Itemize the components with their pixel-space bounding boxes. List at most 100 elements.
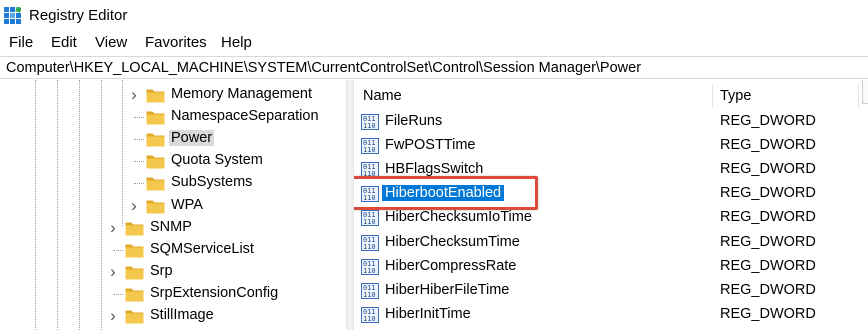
tree-node[interactable]: › StillImage [0, 305, 346, 327]
value-type: REG_DWORD [720, 257, 816, 274]
value-name[interactable]: HiberCompressRate [382, 258, 519, 274]
tree-node[interactable]: SrpExtensionConfig [0, 283, 346, 305]
folder-icon [146, 133, 165, 147]
value-name[interactable]: FwPOSTTime [382, 137, 479, 153]
address-path[interactable]: Computer\HKEY_LOCAL_MACHINE\SYSTEM\Curre… [6, 60, 641, 76]
folder-icon [146, 200, 165, 213]
value-type: REG_DWORD [720, 233, 816, 250]
menu-edit[interactable]: Edit [51, 34, 77, 51]
tree-node[interactable]: Quota System [0, 150, 346, 172]
value-row[interactable]: 011 110 HiberbootEnabled REG_DWORD [354, 176, 868, 211]
folder-icon [125, 222, 144, 236]
values-pane[interactable]: Name Type 011 110 FileRuns REG_DWORD 011 110 F… [354, 80, 868, 330]
highlight-annotation-box [354, 176, 538, 211]
svg-text:110: 110 [363, 146, 376, 154]
value-name[interactable]: HBFlagsSwitch [382, 161, 486, 177]
chevron-right-icon[interactable]: › [107, 261, 119, 283]
tree-node-label[interactable]: SubSystems [169, 174, 254, 190]
reg-dword-icon: 011110 [361, 282, 379, 299]
folder-icon [125, 244, 144, 258]
folder-icon [125, 266, 144, 280]
value-row[interactable]: 011 110 FileRuns REG_DWORD [354, 80, 868, 134]
value-row[interactable]: 011 110 HiberChecksumIoTime REG_DWORD [354, 206, 868, 230]
value-type: REG_DWORD [720, 161, 816, 178]
column-header-type[interactable]: Type [720, 88, 751, 104]
reg-dword-icon: 011110 [361, 234, 379, 251]
svg-text:110: 110 [363, 267, 376, 275]
menu-file[interactable]: File [9, 34, 33, 51]
chevron-right-icon[interactable]: › [107, 217, 119, 239]
tree-node[interactable]: › WPA [0, 195, 346, 217]
column-divider[interactable] [712, 84, 713, 108]
folder-icon [146, 155, 165, 169]
svg-text:110: 110 [363, 243, 376, 251]
column-header-name[interactable]: Name [363, 88, 402, 104]
tree-node-label[interactable]: NamespaceSeparation [169, 108, 321, 124]
tree-node[interactable]: › Srp [0, 261, 346, 283]
svg-text:110: 110 [363, 122, 376, 130]
value-name[interactable]: HiberInitTime [382, 306, 474, 322]
tree-node[interactable]: SubSystems [0, 172, 346, 194]
menu-bar: File Edit View Favorites Help [0, 32, 868, 54]
value-row[interactable]: 011 110 HiberChecksumTime REG_DWORD [354, 231, 868, 255]
tree-node[interactable]: › Memory Management [0, 84, 346, 106]
tree-node[interactable]: NamespaceSeparation [0, 106, 346, 128]
tree-node[interactable]: Power [0, 128, 346, 150]
folder-icon [125, 288, 144, 302]
folder-icon [146, 89, 165, 103]
column-header-row: Name Type [354, 80, 868, 110]
tree-guide-line [113, 249, 123, 251]
value-name[interactable]: HiberHiberFileTime [382, 282, 512, 298]
value-type: REG_DWORD [720, 137, 816, 154]
folder-icon [146, 111, 165, 125]
regedit-icon [4, 7, 21, 24]
tree-node-label[interactable]: StillImage [148, 307, 216, 323]
reg-dword-icon: 011110 [361, 306, 379, 323]
tree-node-label[interactable]: Srp [148, 263, 175, 279]
folder-icon [146, 177, 165, 191]
tree-guide-line [134, 117, 144, 119]
value-row[interactable]: 011 110 HiberInitTime REG_DWORD [354, 303, 868, 327]
title-bar: Registry Editor [0, 0, 868, 32]
svg-text:110: 110 [363, 291, 376, 299]
tree-node-label[interactable]: Power [169, 130, 215, 147]
tree-guide-line [134, 161, 144, 163]
tree-node-label[interactable]: WPA [169, 197, 205, 213]
pane-splitter[interactable] [346, 80, 354, 330]
tree-guide-line [134, 139, 144, 141]
menu-help[interactable]: Help [221, 34, 252, 51]
svg-text:110: 110 [363, 218, 376, 226]
svg-text:110: 110 [363, 315, 376, 323]
column-divider[interactable] [858, 84, 859, 108]
tree-node-label[interactable]: SrpExtensionConfig [148, 285, 280, 301]
window-title: Registry Editor [29, 7, 128, 24]
value-type: REG_DWORD [720, 305, 816, 322]
chevron-right-icon[interactable]: › [128, 84, 140, 106]
tree-node-label[interactable]: Memory Management [169, 86, 314, 102]
chevron-right-icon[interactable]: › [128, 195, 140, 217]
value-type: REG_DWORD [720, 209, 816, 226]
key-tree-pane[interactable]: › Memory Management NamespaceSeparation Pow… [0, 80, 346, 330]
tree-node-label[interactable]: SQMServiceList [148, 241, 256, 257]
menu-favorites[interactable]: Favorites [145, 34, 207, 51]
tree-node[interactable]: › SNMP [0, 217, 346, 239]
value-name[interactable]: FileRuns [382, 113, 445, 129]
chevron-right-icon[interactable]: › [107, 305, 119, 327]
menu-view[interactable]: View [95, 34, 127, 51]
tree-node[interactable]: SQMServiceList [0, 239, 346, 261]
reg-dword-icon: 011110 [361, 114, 379, 130]
reg-dword-icon: 011110 [361, 258, 379, 275]
value-name[interactable]: HiberChecksumTime [382, 234, 523, 250]
value-name[interactable]: HiberChecksumIoTime [382, 209, 535, 225]
address-bar[interactable]: Computer\HKEY_LOCAL_MACHINE\SYSTEM\Curre… [0, 56, 868, 79]
tree-node-label[interactable]: SNMP [148, 219, 194, 235]
value-row[interactable]: 011 110 HiberHiberFileTime REG_DWORD [354, 279, 868, 303]
tree-node-label[interactable]: Quota System [169, 152, 265, 168]
value-row[interactable]: 011 110 HiberCompressRate REG_DWORD [354, 255, 868, 279]
reg-dword-icon: 011110 [361, 138, 379, 155]
tree-guide-line [134, 183, 144, 185]
value-type: REG_DWORD [720, 185, 816, 202]
scrollbar[interactable] [862, 80, 868, 104]
value-row[interactable]: 011 110 FwPOSTTime REG_DWORD [354, 134, 868, 158]
value-type: REG_DWORD [720, 113, 816, 129]
